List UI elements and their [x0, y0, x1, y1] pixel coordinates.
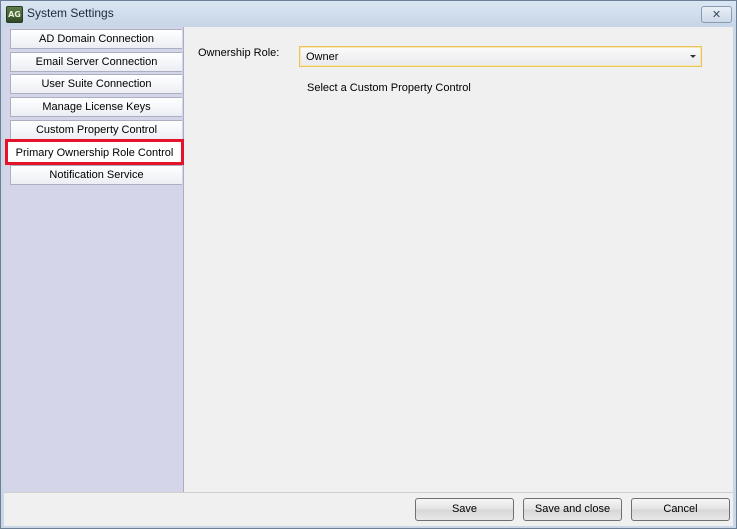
dropdown-arrow-icon[interactable] [690, 55, 696, 58]
tab-primary-ownership-role-control[interactable]: Primary Ownership Role Control [5, 139, 184, 165]
tab-manage-license-keys[interactable]: Manage License Keys [10, 97, 182, 117]
save-and-close-button[interactable]: Save and close [523, 498, 622, 521]
ownership-role-dropdown[interactable]: Owner [299, 46, 702, 67]
settings-content-panel: Ownership Role: Owner Select a Custom Pr… [184, 27, 733, 492]
tab-email-server-connection[interactable]: Email Server Connection [10, 52, 182, 72]
settings-sidebar: AD Domain Connection Email Server Connec… [4, 27, 184, 492]
tab-ad-domain-connection[interactable]: AD Domain Connection [10, 29, 182, 49]
close-button[interactable]: ✕ [701, 6, 732, 23]
window-title: System Settings [27, 6, 114, 20]
dialog-footer: Save Save and close Cancel [4, 492, 733, 526]
client-area: AD Domain Connection Email Server Connec… [4, 27, 733, 526]
title-bar[interactable]: AG System Settings ✕ [1, 1, 736, 27]
tab-user-suite-connection[interactable]: User Suite Connection [10, 74, 182, 94]
system-settings-window: AG System Settings ✕ AD Domain Connectio… [0, 0, 737, 529]
cancel-button[interactable]: Cancel [631, 498, 730, 521]
custom-property-hint: Select a Custom Property Control [307, 82, 471, 94]
tab-custom-property-control[interactable]: Custom Property Control [10, 120, 182, 140]
tab-notification-service[interactable]: Notification Service [10, 165, 182, 185]
ownership-role-label: Ownership Role: [198, 47, 280, 59]
ownership-role-value: Owner [306, 51, 339, 63]
save-button[interactable]: Save [415, 498, 514, 521]
app-logo-icon: AG [6, 6, 23, 23]
